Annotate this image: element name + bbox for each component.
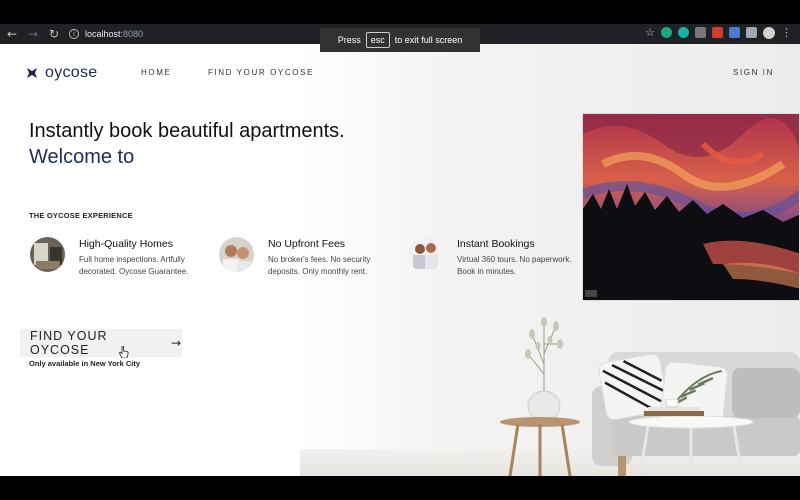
feature-instant-bookings: Instant Bookings Virtual 360 tours. No p…	[408, 236, 588, 281]
nav-find-link[interactable]: FIND YOUR OYCOSE	[208, 68, 314, 77]
cta-label: FIND YOUR OYCOSE	[30, 329, 108, 357]
feature-no-upfront-fees: No Upfront Fees No broker's fees. No sec…	[219, 236, 399, 281]
side-table	[498, 414, 582, 476]
feature-title: Instant Bookings	[457, 238, 535, 250]
extension-icon[interactable]	[695, 27, 706, 38]
availability-note: Only available in New York City	[29, 359, 141, 368]
feature-high-quality-homes: High-Quality Homes Full home inspections…	[30, 236, 210, 281]
toast-prefix: Press	[337, 35, 361, 45]
hand-cursor-icon	[119, 346, 129, 358]
info-icon[interactable]: i	[69, 29, 79, 39]
top-navigation: oycose HOME FIND YOUR OYCOSE SIGN IN	[0, 44, 800, 100]
browser-window: ← → ↻ i localhost :8080 ☆ ⋮ Press esc to…	[0, 0, 800, 500]
address-bar[interactable]: i localhost :8080	[69, 26, 143, 42]
extension-icon[interactable]	[678, 27, 689, 38]
browser-toolbar-right: ☆ ⋮	[645, 26, 792, 39]
extension-icon[interactable]	[712, 27, 723, 38]
feature-description: Virtual 360 tours. No paperwork. Book in…	[457, 255, 572, 276]
extension-icon[interactable]	[746, 27, 757, 38]
feature-title: No Upfront Fees	[268, 238, 346, 250]
page-headline: Instantly book beautiful apartments.	[29, 120, 345, 142]
url-port: :8080	[120, 29, 144, 39]
landscape-painting	[582, 113, 800, 301]
url-host: localhost	[85, 29, 121, 39]
extension-icon[interactable]	[729, 27, 740, 38]
toast-suffix: to exit full screen	[394, 35, 463, 45]
brand-mark-icon	[27, 68, 37, 78]
arrow-right-icon: →	[170, 336, 182, 350]
find-your-oycose-button[interactable]: FIND YOUR OYCOSE →	[20, 329, 182, 357]
toast-key: esc	[365, 32, 390, 48]
page: oycose HOME FIND YOUR OYCOSE SIGN IN Ins…	[0, 44, 800, 476]
feature-description: No broker's fees. No security deposits. …	[268, 255, 371, 276]
feature-thumbnail	[219, 237, 254, 272]
extension-icon[interactable]	[661, 27, 672, 38]
feature-description: Full home inspections. Artfully decorate…	[79, 255, 189, 276]
feature-title: High-Quality Homes	[79, 238, 173, 250]
star-icon[interactable]: ☆	[645, 26, 655, 39]
coffee-table	[626, 414, 756, 476]
fullscreen-toast: Press esc to exit full screen	[320, 28, 480, 52]
books-and-cup	[644, 398, 704, 419]
profile-icon[interactable]	[763, 26, 775, 39]
brand-name: oycose	[45, 64, 98, 81]
back-icon[interactable]: ←	[3, 25, 21, 43]
vase-decor	[520, 304, 568, 422]
reload-icon[interactable]: ↻	[45, 25, 63, 43]
forward-icon[interactable]: →	[24, 25, 42, 43]
experience-title: THE OYCOSE EXPERIENCE	[29, 211, 133, 220]
feature-thumbnail	[408, 237, 443, 272]
feature-thumbnail	[30, 237, 65, 272]
sign-in-link[interactable]: SIGN IN	[733, 68, 774, 77]
nav-home-link[interactable]: HOME	[141, 68, 171, 77]
page-subheadline: Welcome to	[29, 146, 135, 168]
brand-logo[interactable]: oycose	[25, 64, 98, 82]
menu-icon[interactable]: ⋮	[781, 26, 792, 39]
